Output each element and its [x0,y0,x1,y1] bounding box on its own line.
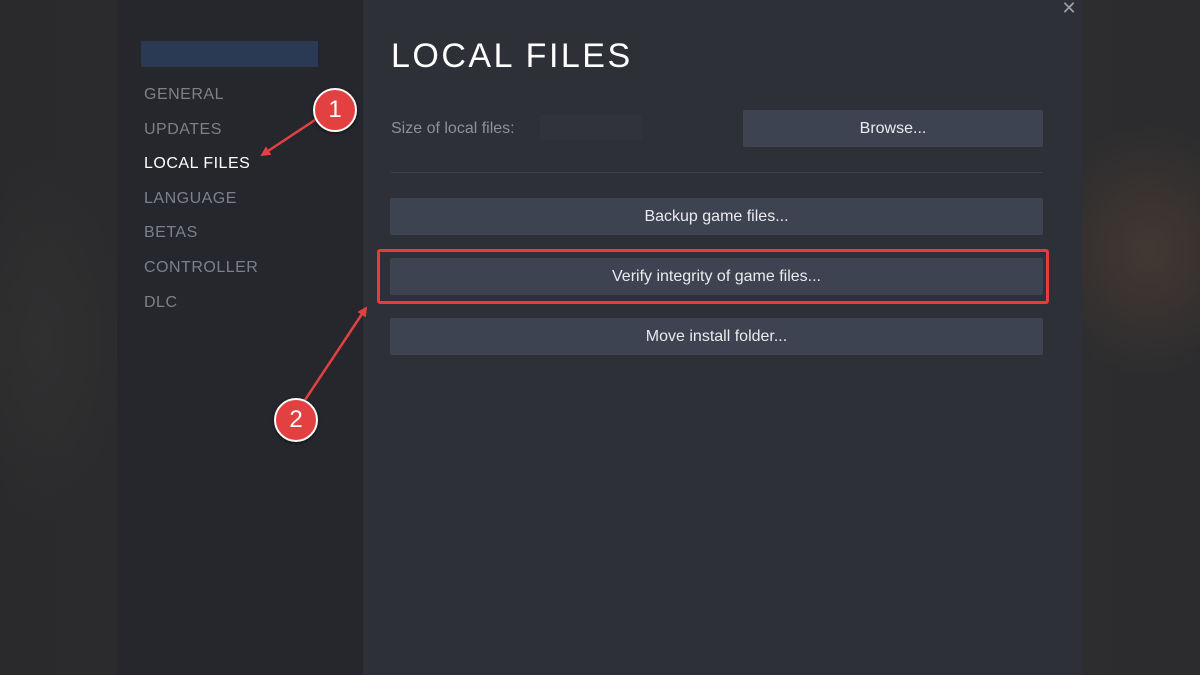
verify-integrity-button[interactable]: Verify integrity of game files... [390,258,1043,295]
move-install-folder-button[interactable]: Move install folder... [390,318,1043,355]
callout-badge-2: 2 [274,398,318,442]
callout-badge-1: 1 [313,88,357,132]
sidebar-item-general[interactable]: GENERAL [144,84,258,119]
size-of-local-files-label: Size of local files: [391,120,515,137]
game-title-redacted [141,41,318,67]
sidebar-item-dlc[interactable]: DLC [144,292,258,327]
page-title: LOCAL FILES [391,37,633,75]
backup-game-files-button[interactable]: Backup game files... [390,198,1043,235]
size-of-local-files-value-redacted [540,114,642,140]
sidebar-item-betas[interactable]: BETAS [144,222,258,257]
sidebar-item-language[interactable]: LANGUAGE [144,188,258,223]
close-icon[interactable]: ✕ [1060,0,1078,18]
divider [391,172,1043,173]
browse-button[interactable]: Browse... [743,110,1043,147]
sidebar-item-controller[interactable]: CONTROLLER [144,257,258,292]
settings-nav: GENERAL UPDATES LOCAL FILES LANGUAGE BET… [144,84,258,326]
sidebar-item-local-files[interactable]: LOCAL FILES [144,153,258,188]
sidebar-item-updates[interactable]: UPDATES [144,119,258,154]
